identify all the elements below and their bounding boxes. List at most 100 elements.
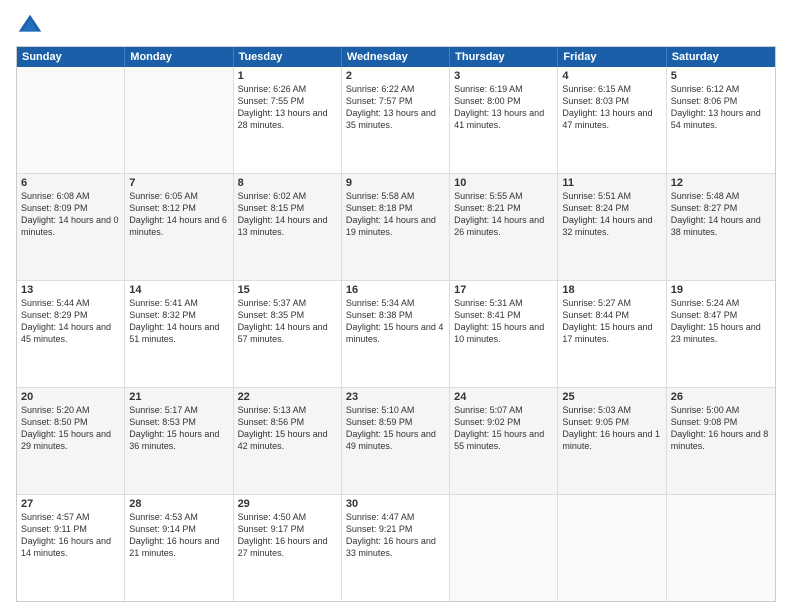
header-day-tuesday: Tuesday — [234, 47, 342, 67]
cell-info: Sunrise: 6:12 AMSunset: 8:06 PMDaylight:… — [671, 83, 771, 132]
cal-cell-5-1: 27Sunrise: 4:57 AMSunset: 9:11 PMDayligh… — [17, 495, 125, 601]
cell-info: Sunrise: 5:48 AMSunset: 8:27 PMDaylight:… — [671, 190, 771, 239]
cal-cell-1-6: 4Sunrise: 6:15 AMSunset: 8:03 PMDaylight… — [558, 67, 666, 173]
day-number: 4 — [562, 70, 661, 82]
cell-info: Sunrise: 4:50 AMSunset: 9:17 PMDaylight:… — [238, 511, 337, 560]
day-number: 12 — [671, 177, 771, 189]
cal-cell-2-5: 10Sunrise: 5:55 AMSunset: 8:21 PMDayligh… — [450, 174, 558, 280]
cal-cell-3-7: 19Sunrise: 5:24 AMSunset: 8:47 PMDayligh… — [667, 281, 775, 387]
cell-info: Sunrise: 6:15 AMSunset: 8:03 PMDaylight:… — [562, 83, 661, 132]
cal-cell-3-6: 18Sunrise: 5:27 AMSunset: 8:44 PMDayligh… — [558, 281, 666, 387]
cal-cell-2-3: 8Sunrise: 6:02 AMSunset: 8:15 PMDaylight… — [234, 174, 342, 280]
cal-cell-4-7: 26Sunrise: 5:00 AMSunset: 9:08 PMDayligh… — [667, 388, 775, 494]
cal-cell-1-2 — [125, 67, 233, 173]
day-number: 2 — [346, 70, 445, 82]
cell-info: Sunrise: 4:47 AMSunset: 9:21 PMDaylight:… — [346, 511, 445, 560]
cell-info: Sunrise: 5:41 AMSunset: 8:32 PMDaylight:… — [129, 297, 228, 346]
day-number: 19 — [671, 284, 771, 296]
header-day-sunday: Sunday — [17, 47, 125, 67]
cal-cell-5-4: 30Sunrise: 4:47 AMSunset: 9:21 PMDayligh… — [342, 495, 450, 601]
cal-cell-1-3: 1Sunrise: 6:26 AMSunset: 7:55 PMDaylight… — [234, 67, 342, 173]
cal-cell-2-7: 12Sunrise: 5:48 AMSunset: 8:27 PMDayligh… — [667, 174, 775, 280]
day-number: 30 — [346, 498, 445, 510]
page: SundayMondayTuesdayWednesdayThursdayFrid… — [0, 0, 792, 612]
cell-info: Sunrise: 5:00 AMSunset: 9:08 PMDaylight:… — [671, 404, 771, 453]
day-number: 10 — [454, 177, 553, 189]
cell-info: Sunrise: 5:44 AMSunset: 8:29 PMDaylight:… — [21, 297, 120, 346]
week-row-1: 1Sunrise: 6:26 AMSunset: 7:55 PMDaylight… — [17, 67, 775, 174]
cell-info: Sunrise: 5:27 AMSunset: 8:44 PMDaylight:… — [562, 297, 661, 346]
header-day-friday: Friday — [558, 47, 666, 67]
cal-cell-5-2: 28Sunrise: 4:53 AMSunset: 9:14 PMDayligh… — [125, 495, 233, 601]
day-number: 6 — [21, 177, 120, 189]
cal-cell-5-5 — [450, 495, 558, 601]
cal-cell-4-4: 23Sunrise: 5:10 AMSunset: 8:59 PMDayligh… — [342, 388, 450, 494]
calendar-body: 1Sunrise: 6:26 AMSunset: 7:55 PMDaylight… — [17, 67, 775, 601]
day-number: 18 — [562, 284, 661, 296]
cell-info: Sunrise: 5:10 AMSunset: 8:59 PMDaylight:… — [346, 404, 445, 453]
logo — [16, 12, 46, 40]
day-number: 20 — [21, 391, 120, 403]
calendar-header: SundayMondayTuesdayWednesdayThursdayFrid… — [17, 47, 775, 67]
cal-cell-5-6 — [558, 495, 666, 601]
week-row-5: 27Sunrise: 4:57 AMSunset: 9:11 PMDayligh… — [17, 495, 775, 601]
cal-cell-1-4: 2Sunrise: 6:22 AMSunset: 7:57 PMDaylight… — [342, 67, 450, 173]
calendar: SundayMondayTuesdayWednesdayThursdayFrid… — [16, 46, 776, 602]
cal-cell-3-1: 13Sunrise: 5:44 AMSunset: 8:29 PMDayligh… — [17, 281, 125, 387]
cell-info: Sunrise: 6:19 AMSunset: 8:00 PMDaylight:… — [454, 83, 553, 132]
day-number: 11 — [562, 177, 661, 189]
cell-info: Sunrise: 6:05 AMSunset: 8:12 PMDaylight:… — [129, 190, 228, 239]
day-number: 1 — [238, 70, 337, 82]
header-day-monday: Monday — [125, 47, 233, 67]
day-number: 16 — [346, 284, 445, 296]
cell-info: Sunrise: 6:08 AMSunset: 8:09 PMDaylight:… — [21, 190, 120, 239]
cell-info: Sunrise: 4:53 AMSunset: 9:14 PMDaylight:… — [129, 511, 228, 560]
cal-cell-3-4: 16Sunrise: 5:34 AMSunset: 8:38 PMDayligh… — [342, 281, 450, 387]
cal-cell-2-4: 9Sunrise: 5:58 AMSunset: 8:18 PMDaylight… — [342, 174, 450, 280]
cal-cell-3-3: 15Sunrise: 5:37 AMSunset: 8:35 PMDayligh… — [234, 281, 342, 387]
cal-cell-1-7: 5Sunrise: 6:12 AMSunset: 8:06 PMDaylight… — [667, 67, 775, 173]
header-day-thursday: Thursday — [450, 47, 558, 67]
day-number: 17 — [454, 284, 553, 296]
day-number: 28 — [129, 498, 228, 510]
header-day-saturday: Saturday — [667, 47, 775, 67]
week-row-3: 13Sunrise: 5:44 AMSunset: 8:29 PMDayligh… — [17, 281, 775, 388]
cal-cell-3-2: 14Sunrise: 5:41 AMSunset: 8:32 PMDayligh… — [125, 281, 233, 387]
day-number: 26 — [671, 391, 771, 403]
day-number: 22 — [238, 391, 337, 403]
day-number: 5 — [671, 70, 771, 82]
cell-info: Sunrise: 5:37 AMSunset: 8:35 PMDaylight:… — [238, 297, 337, 346]
cal-cell-4-2: 21Sunrise: 5:17 AMSunset: 8:53 PMDayligh… — [125, 388, 233, 494]
day-number: 29 — [238, 498, 337, 510]
cal-cell-4-3: 22Sunrise: 5:13 AMSunset: 8:56 PMDayligh… — [234, 388, 342, 494]
cal-cell-3-5: 17Sunrise: 5:31 AMSunset: 8:41 PMDayligh… — [450, 281, 558, 387]
cell-info: Sunrise: 5:07 AMSunset: 9:02 PMDaylight:… — [454, 404, 553, 453]
day-number: 21 — [129, 391, 228, 403]
cell-info: Sunrise: 5:17 AMSunset: 8:53 PMDaylight:… — [129, 404, 228, 453]
cell-info: Sunrise: 5:20 AMSunset: 8:50 PMDaylight:… — [21, 404, 120, 453]
cal-cell-4-1: 20Sunrise: 5:20 AMSunset: 8:50 PMDayligh… — [17, 388, 125, 494]
logo-icon — [16, 12, 44, 40]
day-number: 23 — [346, 391, 445, 403]
cal-cell-4-5: 24Sunrise: 5:07 AMSunset: 9:02 PMDayligh… — [450, 388, 558, 494]
day-number: 14 — [129, 284, 228, 296]
cell-info: Sunrise: 6:02 AMSunset: 8:15 PMDaylight:… — [238, 190, 337, 239]
cell-info: Sunrise: 5:58 AMSunset: 8:18 PMDaylight:… — [346, 190, 445, 239]
cell-info: Sunrise: 5:55 AMSunset: 8:21 PMDaylight:… — [454, 190, 553, 239]
header-day-wednesday: Wednesday — [342, 47, 450, 67]
day-number: 25 — [562, 391, 661, 403]
cal-cell-5-7 — [667, 495, 775, 601]
cell-info: Sunrise: 6:26 AMSunset: 7:55 PMDaylight:… — [238, 83, 337, 132]
day-number: 9 — [346, 177, 445, 189]
cal-cell-2-2: 7Sunrise: 6:05 AMSunset: 8:12 PMDaylight… — [125, 174, 233, 280]
day-number: 27 — [21, 498, 120, 510]
cell-info: Sunrise: 5:34 AMSunset: 8:38 PMDaylight:… — [346, 297, 445, 346]
cal-cell-4-6: 25Sunrise: 5:03 AMSunset: 9:05 PMDayligh… — [558, 388, 666, 494]
cell-info: Sunrise: 5:03 AMSunset: 9:05 PMDaylight:… — [562, 404, 661, 453]
cal-cell-1-1 — [17, 67, 125, 173]
day-number: 24 — [454, 391, 553, 403]
week-row-4: 20Sunrise: 5:20 AMSunset: 8:50 PMDayligh… — [17, 388, 775, 495]
cell-info: Sunrise: 4:57 AMSunset: 9:11 PMDaylight:… — [21, 511, 120, 560]
day-number: 8 — [238, 177, 337, 189]
day-number: 3 — [454, 70, 553, 82]
